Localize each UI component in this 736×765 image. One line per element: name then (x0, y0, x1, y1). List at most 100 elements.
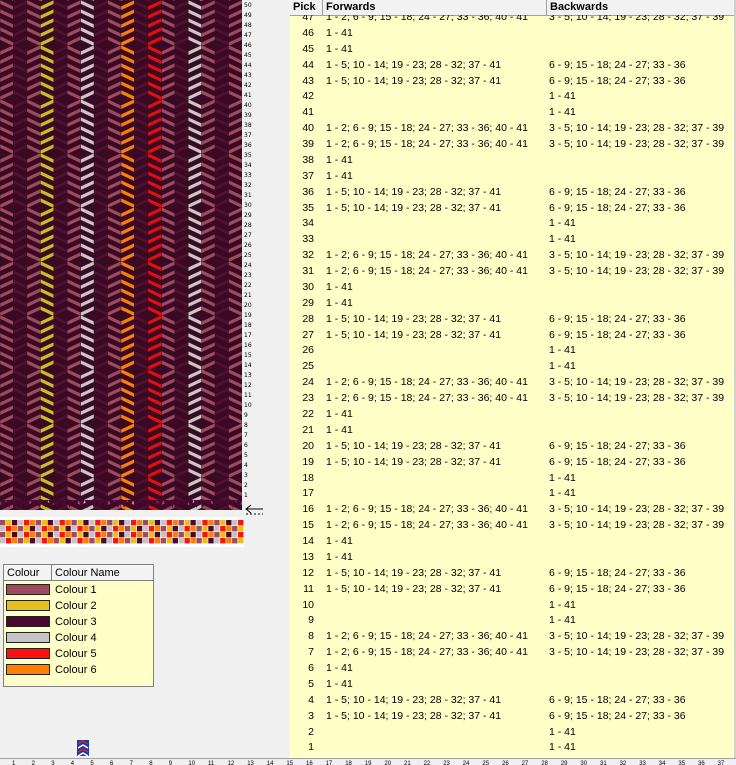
threading-cell[interactable] (71, 520, 77, 526)
threading-cell[interactable] (23, 526, 30, 532)
threading-cell[interactable] (29, 520, 36, 526)
threading-cell[interactable] (154, 520, 161, 526)
threading-cell[interactable] (124, 538, 131, 544)
threading-cell[interactable] (202, 526, 208, 532)
threading-cell[interactable] (136, 532, 143, 538)
threading-cell[interactable] (59, 526, 65, 532)
threading-cell[interactable] (71, 538, 77, 544)
threading-cell[interactable] (124, 532, 131, 538)
threading-cell[interactable] (65, 520, 71, 526)
pick-row[interactable]: 45 1 - 41 (290, 41, 736, 57)
threading-cell[interactable] (83, 532, 89, 538)
threading-cell[interactable] (160, 520, 167, 526)
pick-row[interactable]: 13 1 - 41 (290, 549, 736, 565)
threading-cell[interactable] (208, 532, 214, 538)
threading-cell[interactable] (226, 538, 232, 544)
threading-cell[interactable] (184, 532, 190, 538)
threading-cell[interactable] (59, 538, 65, 544)
threading-cell[interactable] (5, 538, 12, 544)
threading-cell[interactable] (41, 520, 48, 526)
pick-row[interactable]: 36 1 - 5; 10 - 14; 19 - 23; 28 - 32; 37 -… (290, 184, 736, 200)
threading-cell[interactable] (166, 532, 172, 538)
pick-row[interactable]: 6 1 - 41 (290, 660, 736, 676)
arrow-left-icon[interactable] (244, 504, 264, 518)
pick-row[interactable]: 27 1 - 5; 10 - 14; 19 - 23; 28 - 32; 37 -… (290, 327, 736, 343)
threading-cell[interactable] (107, 526, 113, 532)
threading-cell[interactable] (113, 520, 119, 526)
threading-cell[interactable] (17, 520, 24, 526)
threading-cell[interactable] (238, 526, 244, 532)
threading-cell[interactable] (214, 538, 220, 544)
threading-cell[interactable] (142, 520, 149, 526)
threading-cell[interactable] (130, 526, 137, 532)
threading-cell[interactable] (89, 538, 95, 544)
forwards-column-header[interactable]: Forwards (323, 0, 547, 15)
threading-cell[interactable] (124, 520, 131, 526)
threading-cell[interactable] (202, 538, 208, 544)
threading-cell[interactable] (214, 532, 220, 538)
threading-cell[interactable] (89, 526, 95, 532)
threading-cell[interactable] (220, 520, 226, 526)
threading-cell[interactable] (77, 532, 83, 538)
threading-cell[interactable] (190, 526, 196, 532)
threading-cell[interactable] (148, 520, 155, 526)
threading-cell[interactable] (196, 526, 202, 532)
threading-cell[interactable] (226, 532, 232, 538)
threading-cell[interactable] (89, 520, 95, 526)
threading-cell[interactable] (95, 532, 101, 538)
threading-cell[interactable] (11, 538, 18, 544)
threading-cell[interactable] (101, 526, 107, 532)
colour-name-column-header[interactable]: Colour Name (52, 565, 153, 581)
threading-cell[interactable] (119, 520, 125, 526)
threading-cell[interactable] (83, 526, 89, 532)
colour-column-header[interactable]: Colour (4, 565, 52, 581)
pick-row[interactable]: 39 1 - 2; 6 - 9; 15 - 18; 24 - 27; 33 - 3… (290, 136, 736, 152)
threading-cell[interactable] (148, 538, 155, 544)
threading-cell[interactable] (166, 520, 172, 526)
colour-swatch[interactable] (6, 648, 50, 659)
pick-row[interactable]: 3 1 - 5; 10 - 14; 19 - 23; 28 - 32; 37 - … (290, 708, 736, 724)
threading-cell[interactable] (65, 526, 71, 532)
threading-cell[interactable] (196, 538, 202, 544)
threading-cell[interactable] (148, 526, 155, 532)
threading-cell[interactable] (119, 538, 125, 544)
threading-cell[interactable] (47, 538, 53, 544)
threading-cell[interactable] (11, 526, 18, 532)
threading-cell[interactable] (89, 532, 95, 538)
threading-cell[interactable] (154, 526, 161, 532)
pick-row[interactable]: 16 1 - 2; 6 - 9; 15 - 18; 24 - 27; 33 - 3… (290, 501, 736, 517)
pick-row[interactable]: 30 1 - 41 (290, 279, 736, 295)
threading-cell[interactable] (95, 526, 101, 532)
pick-row[interactable]: 42 1 - 41 (290, 88, 736, 104)
colour-swatch[interactable] (6, 600, 50, 611)
threading-cell[interactable] (107, 532, 113, 538)
threading-cell[interactable] (53, 532, 59, 538)
threading-cell[interactable] (154, 532, 161, 538)
threading-cell[interactable] (65, 532, 71, 538)
pick-row[interactable]: 33 1 - 41 (290, 231, 736, 247)
threading-cell[interactable] (172, 520, 178, 526)
threading-cell[interactable] (208, 538, 214, 544)
colour-swatch[interactable] (6, 632, 50, 643)
threading-cell[interactable] (136, 538, 143, 544)
pick-row[interactable]: 9 1 - 41 (290, 612, 736, 628)
colour-row[interactable]: Colour 2 (4, 598, 153, 614)
threading-cell[interactable] (196, 532, 202, 538)
pick-row[interactable]: 4 1 - 5; 10 - 14; 19 - 23; 28 - 32; 37 - … (290, 692, 736, 708)
pick-row[interactable]: 2 1 - 41 (290, 724, 736, 740)
pick-row[interactable]: 18 1 - 41 (290, 470, 736, 486)
pick-row[interactable]: 35 1 - 5; 10 - 14; 19 - 23; 28 - 32; 37 -… (290, 200, 736, 216)
threading-cell[interactable] (83, 520, 89, 526)
threading-cell[interactable] (53, 526, 59, 532)
threading-cell[interactable] (160, 538, 167, 544)
threading-cell[interactable] (220, 526, 226, 532)
pick-row[interactable]: 26 1 - 41 (290, 342, 736, 358)
threading-cell[interactable] (119, 526, 125, 532)
colour-row[interactable]: Colour 5 (4, 646, 153, 662)
threading-cell[interactable] (196, 520, 202, 526)
threading-cell[interactable] (35, 520, 42, 526)
pick-row[interactable]: 29 1 - 41 (290, 295, 736, 311)
threading-cell[interactable] (41, 532, 48, 538)
threading-chart[interactable] (0, 517, 244, 547)
threading-cell[interactable] (47, 520, 53, 526)
